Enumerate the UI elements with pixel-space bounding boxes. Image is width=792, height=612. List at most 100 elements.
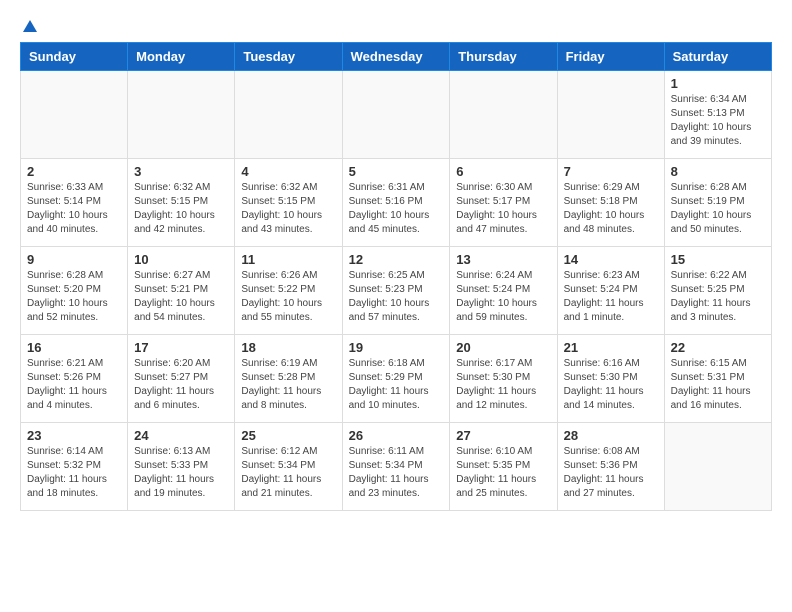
day-number: 13 bbox=[456, 252, 550, 267]
day-number: 6 bbox=[456, 164, 550, 179]
day-cell: 20 Sunrise: 6:17 AM Sunset: 5:30 PM Dayli… bbox=[450, 335, 557, 423]
day-number: 3 bbox=[134, 164, 228, 179]
day-detail: Sunrise: 6:15 AM Sunset: 5:31 PM Dayligh… bbox=[671, 357, 765, 413]
day-number: 18 bbox=[241, 340, 335, 355]
header-monday: Monday bbox=[128, 43, 235, 71]
day-number: 17 bbox=[134, 340, 228, 355]
day-detail: Sunrise: 6:32 AM Sunset: 5:15 PM Dayligh… bbox=[134, 181, 228, 237]
day-number: 21 bbox=[564, 340, 658, 355]
day-number: 1 bbox=[671, 76, 765, 91]
day-detail: Sunrise: 6:12 AM Sunset: 5:34 PM Dayligh… bbox=[241, 445, 335, 501]
day-cell: 19Sunrise: 6:18 AM Sunset: 5:29 PM Dayli… bbox=[342, 335, 450, 423]
day-cell bbox=[342, 71, 450, 159]
day-cell bbox=[450, 71, 557, 159]
day-cell: 1 Sunrise: 6:34 AM Sunset: 5:13 PM Daylig… bbox=[664, 71, 771, 159]
day-number: 9 bbox=[27, 252, 121, 267]
day-number: 5 bbox=[349, 164, 444, 179]
day-cell: 5 Sunrise: 6:31 AM Sunset: 5:16 PM Daylig… bbox=[342, 159, 450, 247]
day-cell: 10 Sunrise: 6:27 AM Sunset: 5:21 PM Dayli… bbox=[128, 247, 235, 335]
day-cell bbox=[557, 71, 664, 159]
day-cell bbox=[235, 71, 342, 159]
day-cell: 24 Sunrise: 6:13 AM Sunset: 5:33 PM Dayli… bbox=[128, 423, 235, 511]
day-cell: 26 Sunrise: 6:11 AM Sunset: 5:34 PM Dayli… bbox=[342, 423, 450, 511]
calendar-header-row: SundayMondayTuesdayWednesdayThursdayFrid… bbox=[21, 43, 772, 71]
header-friday: Friday bbox=[557, 43, 664, 71]
day-cell: 18 Sunrise: 6:19 AM Sunset: 5:28 PM Dayli… bbox=[235, 335, 342, 423]
day-number: 16 bbox=[27, 340, 121, 355]
day-cell: 8 Sunrise: 6:28 AM Sunset: 5:19 PM Daylig… bbox=[664, 159, 771, 247]
day-number: 12 bbox=[349, 252, 444, 267]
day-detail: Sunrise: 6:25 AM Sunset: 5:23 PM Dayligh… bbox=[349, 269, 444, 325]
day-cell bbox=[21, 71, 128, 159]
day-detail: Sunrise: 6:19 AM Sunset: 5:28 PM Dayligh… bbox=[241, 357, 335, 413]
day-cell: 15 Sunrise: 6:22 AM Sunset: 5:25 PM Dayli… bbox=[664, 247, 771, 335]
day-detail: Sunrise: 6:31 AM Sunset: 5:16 PM Dayligh… bbox=[349, 181, 444, 237]
day-cell: 9 Sunrise: 6:28 AM Sunset: 5:20 PM Daylig… bbox=[21, 247, 128, 335]
day-cell: 11 Sunrise: 6:26 AM Sunset: 5:22 PM Dayli… bbox=[235, 247, 342, 335]
day-number: 19 bbox=[349, 340, 444, 355]
day-detail: Sunrise: 6:20 AM Sunset: 5:27 PM Dayligh… bbox=[134, 357, 228, 413]
header-wednesday: Wednesday bbox=[342, 43, 450, 71]
header-thursday: Thursday bbox=[450, 43, 557, 71]
day-number: 10 bbox=[134, 252, 228, 267]
day-cell: 22Sunrise: 6:15 AM Sunset: 5:31 PM Dayli… bbox=[664, 335, 771, 423]
day-number: 27 bbox=[456, 428, 550, 443]
day-detail: Sunrise: 6:27 AM Sunset: 5:21 PM Dayligh… bbox=[134, 269, 228, 325]
day-cell: 23 Sunrise: 6:14 AM Sunset: 5:32 PM Dayli… bbox=[21, 423, 128, 511]
day-detail: Sunrise: 6:28 AM Sunset: 5:19 PM Dayligh… bbox=[671, 181, 765, 237]
logo bbox=[20, 20, 37, 32]
day-cell bbox=[664, 423, 771, 511]
day-number: 28 bbox=[564, 428, 658, 443]
day-cell bbox=[128, 71, 235, 159]
day-detail: Sunrise: 6:33 AM Sunset: 5:14 PM Dayligh… bbox=[27, 181, 121, 237]
day-detail: Sunrise: 6:29 AM Sunset: 5:18 PM Dayligh… bbox=[564, 181, 658, 237]
day-detail: Sunrise: 6:16 AM Sunset: 5:30 PM Dayligh… bbox=[564, 357, 658, 413]
day-cell: 14 Sunrise: 6:23 AM Sunset: 5:24 PM Dayli… bbox=[557, 247, 664, 335]
day-number: 23 bbox=[27, 428, 121, 443]
week-row-0: 1 Sunrise: 6:34 AM Sunset: 5:13 PM Daylig… bbox=[21, 71, 772, 159]
day-detail: Sunrise: 6:10 AM Sunset: 5:35 PM Dayligh… bbox=[456, 445, 550, 501]
day-number: 2 bbox=[27, 164, 121, 179]
day-number: 15 bbox=[671, 252, 765, 267]
day-number: 25 bbox=[241, 428, 335, 443]
calendar-table: SundayMondayTuesdayWednesdayThursdayFrid… bbox=[20, 42, 772, 511]
day-number: 14 bbox=[564, 252, 658, 267]
day-detail: Sunrise: 6:13 AM Sunset: 5:33 PM Dayligh… bbox=[134, 445, 228, 501]
header-saturday: Saturday bbox=[664, 43, 771, 71]
day-number: 11 bbox=[241, 252, 335, 267]
day-detail: Sunrise: 6:17 AM Sunset: 5:30 PM Dayligh… bbox=[456, 357, 550, 413]
day-detail: Sunrise: 6:24 AM Sunset: 5:24 PM Dayligh… bbox=[456, 269, 550, 325]
day-cell: 12 Sunrise: 6:25 AM Sunset: 5:23 PM Dayli… bbox=[342, 247, 450, 335]
day-cell: 21 Sunrise: 6:16 AM Sunset: 5:30 PM Dayli… bbox=[557, 335, 664, 423]
day-detail: Sunrise: 6:30 AM Sunset: 5:17 PM Dayligh… bbox=[456, 181, 550, 237]
day-detail: Sunrise: 6:28 AM Sunset: 5:20 PM Dayligh… bbox=[27, 269, 121, 325]
day-cell: 2 Sunrise: 6:33 AM Sunset: 5:14 PM Daylig… bbox=[21, 159, 128, 247]
day-cell: 13 Sunrise: 6:24 AM Sunset: 5:24 PM Dayli… bbox=[450, 247, 557, 335]
week-row-1: 2 Sunrise: 6:33 AM Sunset: 5:14 PM Daylig… bbox=[21, 159, 772, 247]
day-detail: Sunrise: 6:22 AM Sunset: 5:25 PM Dayligh… bbox=[671, 269, 765, 325]
day-cell: 3 Sunrise: 6:32 AM Sunset: 5:15 PM Daylig… bbox=[128, 159, 235, 247]
day-detail: Sunrise: 6:11 AM Sunset: 5:34 PM Dayligh… bbox=[349, 445, 444, 501]
day-detail: Sunrise: 6:08 AM Sunset: 5:36 PM Dayligh… bbox=[564, 445, 658, 501]
day-number: 20 bbox=[456, 340, 550, 355]
day-cell: 27 Sunrise: 6:10 AM Sunset: 5:35 PM Dayli… bbox=[450, 423, 557, 511]
day-detail: Sunrise: 6:34 AM Sunset: 5:13 PM Dayligh… bbox=[671, 93, 765, 149]
day-cell: 4Sunrise: 6:32 AM Sunset: 5:15 PM Daylig… bbox=[235, 159, 342, 247]
page-header bbox=[20, 20, 772, 32]
day-cell: 28 Sunrise: 6:08 AM Sunset: 5:36 PM Dayli… bbox=[557, 423, 664, 511]
day-detail: Sunrise: 6:26 AM Sunset: 5:22 PM Dayligh… bbox=[241, 269, 335, 325]
header-tuesday: Tuesday bbox=[235, 43, 342, 71]
header-sunday: Sunday bbox=[21, 43, 128, 71]
day-detail: Sunrise: 6:21 AM Sunset: 5:26 PM Dayligh… bbox=[27, 357, 121, 413]
week-row-3: 16 Sunrise: 6:21 AM Sunset: 5:26 PM Dayli… bbox=[21, 335, 772, 423]
day-detail: Sunrise: 6:23 AM Sunset: 5:24 PM Dayligh… bbox=[564, 269, 658, 325]
week-row-2: 9 Sunrise: 6:28 AM Sunset: 5:20 PM Daylig… bbox=[21, 247, 772, 335]
day-number: 26 bbox=[349, 428, 444, 443]
week-row-4: 23 Sunrise: 6:14 AM Sunset: 5:32 PM Dayli… bbox=[21, 423, 772, 511]
day-number: 8 bbox=[671, 164, 765, 179]
day-cell: 16 Sunrise: 6:21 AM Sunset: 5:26 PM Dayli… bbox=[21, 335, 128, 423]
day-number: 7 bbox=[564, 164, 658, 179]
day-detail: Sunrise: 6:14 AM Sunset: 5:32 PM Dayligh… bbox=[27, 445, 121, 501]
day-cell: 17 Sunrise: 6:20 AM Sunset: 5:27 PM Dayli… bbox=[128, 335, 235, 423]
day-number: 24 bbox=[134, 428, 228, 443]
